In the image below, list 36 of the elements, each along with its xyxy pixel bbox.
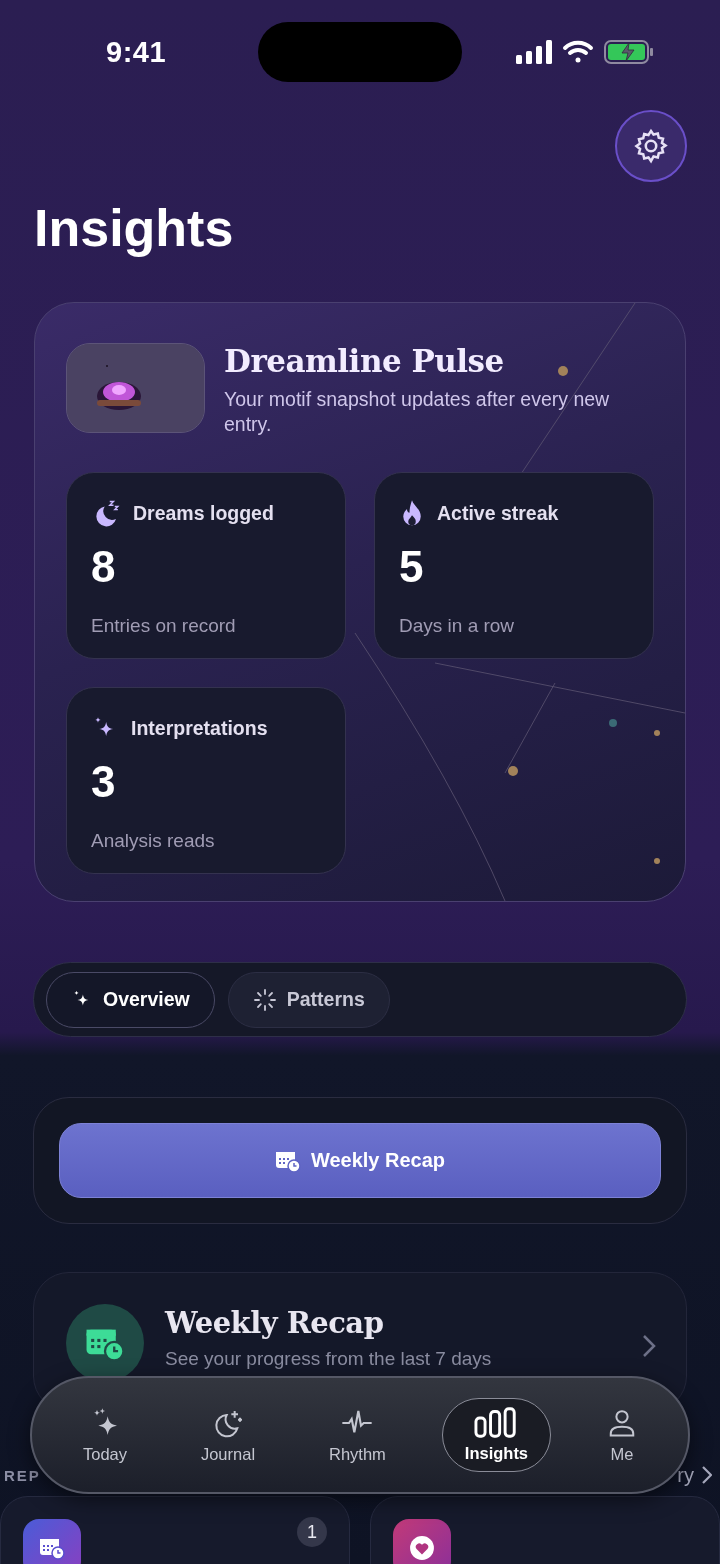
stat-caption: Analysis reads	[91, 829, 216, 852]
stat-label: Interpretations	[131, 717, 268, 741]
stat-caption: Days in a row	[399, 614, 516, 637]
stat-label: Active streak	[437, 502, 559, 526]
section-heading: REP	[4, 1466, 41, 1484]
report-card[interactable]: 1	[0, 1496, 350, 1564]
stat-value: 8	[91, 544, 117, 589]
card-title: Weekly Recap	[165, 1306, 385, 1340]
stat-label: Dreams logged	[133, 502, 274, 526]
stat-value: 3	[91, 759, 117, 804]
stat-caption: Entries on record	[91, 614, 237, 637]
page-title: Insights	[34, 198, 234, 258]
tab-bar-item[interactable]: Rhythm	[311, 1398, 404, 1472]
card-subtitle: See your progress from the last 7 days	[165, 1348, 493, 1370]
heart-icon	[393, 1519, 451, 1564]
signal-icon	[516, 40, 552, 64]
calendar-clock-icon	[39, 1536, 65, 1560]
settings-icon	[632, 127, 670, 165]
stat-value: 5	[399, 544, 425, 589]
tab-bar-item[interactable]: Me	[589, 1398, 655, 1472]
card-title: Dreamline Pulse	[224, 343, 505, 379]
card-subtitle: Your motif snapshot updates after every new entry.	[224, 387, 611, 438]
tab-bar-item[interactable]: Insights	[441, 1398, 552, 1472]
wifi-icon	[562, 40, 594, 64]
count-badge: 1	[297, 1517, 327, 1547]
chevron-right-icon[interactable]	[642, 1334, 656, 1358]
section-link[interactable]: ry	[677, 1463, 712, 1487]
burst-icon	[252, 987, 277, 1012]
tab-bar-item[interactable]: Journal	[182, 1398, 274, 1472]
status-time: 9:41	[106, 36, 167, 69]
battery-icon	[604, 40, 654, 64]
weekly-recap-button[interactable]: Weekly Recap	[59, 1123, 661, 1198]
segment-tab[interactable]: Patterns	[227, 971, 390, 1028]
segment-tab[interactable]: Overview	[46, 971, 215, 1028]
tab-bar-item[interactable]: Today	[64, 1398, 145, 1472]
chevron-right-icon	[702, 1466, 712, 1484]
